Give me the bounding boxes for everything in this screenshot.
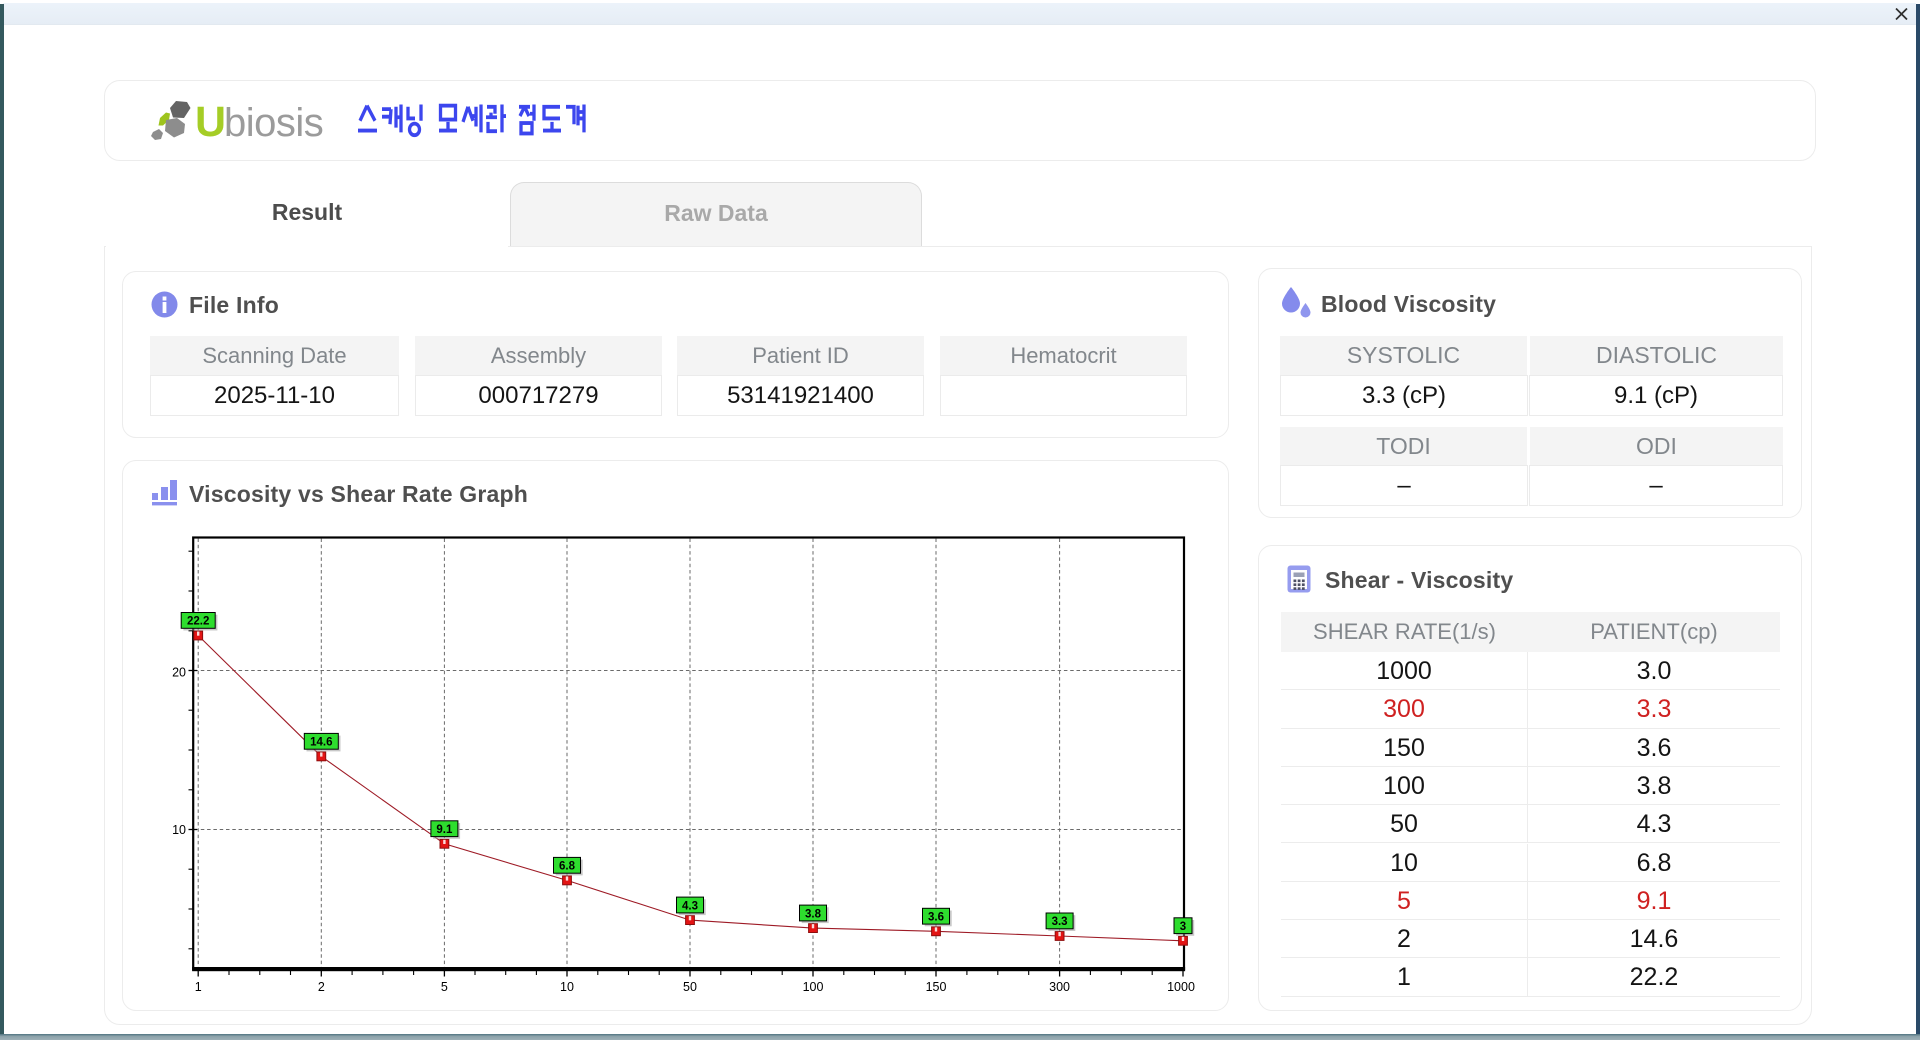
svg-text:U: U	[195, 98, 226, 146]
svg-text:3.8: 3.8	[805, 908, 822, 920]
svg-text:22.2: 22.2	[187, 616, 209, 628]
svg-text:6.8: 6.8	[559, 861, 576, 873]
svg-text:3.3: 3.3	[1052, 916, 1068, 928]
svg-text:4.3: 4.3	[682, 900, 698, 912]
svg-text:20: 20	[172, 666, 186, 680]
svg-text:2: 2	[318, 980, 325, 994]
svg-text:50: 50	[683, 980, 697, 994]
svg-text:10: 10	[172, 823, 186, 837]
svg-text:9.1: 9.1	[436, 824, 453, 836]
svg-text:1: 1	[195, 980, 202, 994]
svg-text:1000: 1000	[1167, 980, 1195, 994]
svg-text:100: 100	[803, 980, 824, 994]
svg-text:3: 3	[1180, 921, 1186, 933]
svg-text:biosis: biosis	[224, 101, 323, 145]
svg-text:14.6: 14.6	[310, 737, 332, 749]
svg-text:10: 10	[560, 980, 574, 994]
svg-text:300: 300	[1049, 980, 1070, 994]
svg-text:3.6: 3.6	[928, 912, 944, 924]
svg-text:150: 150	[926, 980, 947, 994]
svg-text:5: 5	[441, 980, 448, 994]
